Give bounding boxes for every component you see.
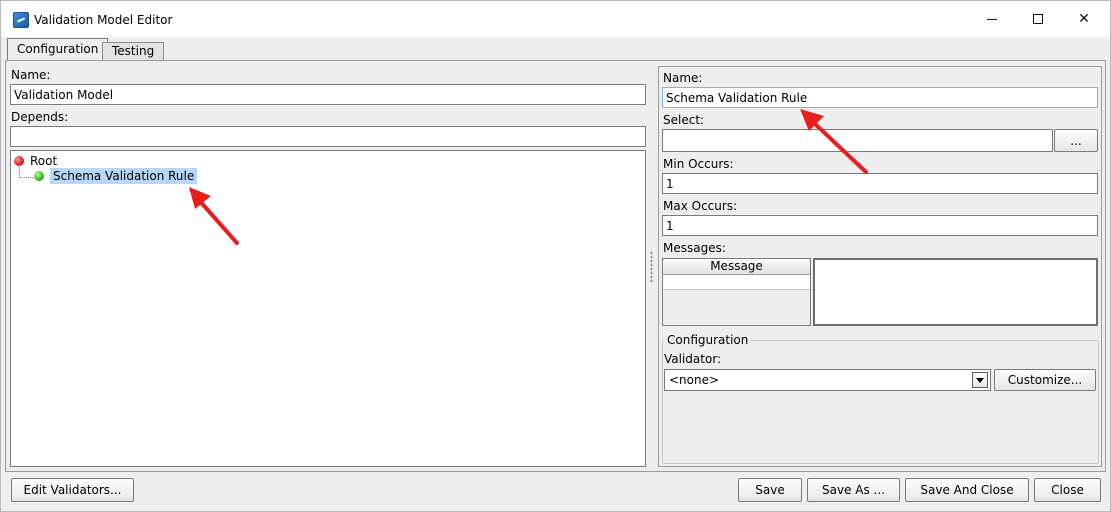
model-name-input[interactable]: Validation Model — [10, 84, 646, 105]
app-icon — [13, 12, 29, 28]
min-occurs-input[interactable]: 1 — [662, 173, 1098, 194]
configuration-group-title: Configuration — [664, 333, 752, 347]
messages-column-header[interactable]: Message — [663, 259, 810, 275]
title-bar: Validation Model Editor ✕ — [1, 1, 1110, 37]
rule-name-input[interactable]: Schema Validation Rule — [662, 87, 1098, 108]
validator-select[interactable]: <none> — [664, 369, 991, 391]
minimize-icon — [987, 18, 997, 20]
messages-label: Messages: — [663, 241, 726, 255]
splitter-handle[interactable] — [650, 251, 653, 283]
save-and-close-button[interactable]: Save And Close — [905, 478, 1029, 502]
tree-node-schema-validation-rule[interactable]: Schema Validation Rule — [34, 168, 198, 184]
depends-label: Depends: — [11, 110, 69, 124]
maximize-button[interactable] — [1015, 1, 1061, 37]
tree-node-root[interactable]: Root — [14, 154, 57, 168]
messages-table[interactable]: Message — [662, 258, 811, 326]
tree-connector — [19, 177, 33, 178]
tab-testing[interactable]: Testing — [102, 42, 165, 61]
rule-name-label: Name: — [663, 71, 703, 85]
message-text-area[interactable] — [813, 258, 1098, 326]
dropdown-button[interactable] — [972, 372, 988, 388]
select-input[interactable] — [662, 129, 1053, 152]
rule-tree[interactable]: Root Schema Validation Rule — [10, 150, 646, 467]
name-label: Name: — [11, 68, 51, 82]
save-as-button[interactable]: Save As ... — [807, 478, 900, 502]
maximize-icon — [1033, 14, 1043, 24]
validator-selected-value: <none> — [669, 373, 720, 387]
select-label: Select: — [663, 113, 705, 127]
max-occurs-label: Max Occurs: — [663, 199, 738, 213]
close-window-button[interactable]: ✕ — [1061, 1, 1107, 37]
ok-status-icon — [34, 171, 44, 181]
tree-node-child-label: Schema Validation Rule — [50, 168, 198, 184]
validator-label: Validator: — [664, 352, 722, 366]
close-icon: ✕ — [1078, 11, 1090, 27]
tree-connector — [19, 164, 20, 178]
chevron-down-icon — [976, 377, 984, 383]
customize-button[interactable]: Customize... — [994, 369, 1096, 391]
close-button[interactable]: Close — [1034, 478, 1101, 502]
max-occurs-input[interactable]: 1 — [662, 215, 1098, 236]
minimize-button[interactable] — [969, 1, 1015, 37]
depends-input[interactable] — [10, 126, 646, 147]
min-occurs-label: Min Occurs: — [663, 157, 734, 171]
tab-configuration[interactable]: Configuration — [7, 38, 109, 61]
validation-model-editor-window: Validation Model Editor ✕ Configuration … — [0, 0, 1111, 512]
window-title: Validation Model Editor — [34, 13, 173, 27]
configuration-group — [662, 340, 1099, 464]
table-row[interactable] — [663, 275, 810, 290]
edit-validators-button[interactable]: Edit Validators... — [11, 478, 134, 502]
browse-button[interactable]: ... — [1054, 129, 1098, 152]
save-button[interactable]: Save — [738, 478, 802, 502]
tree-node-root-label: Root — [30, 154, 58, 168]
